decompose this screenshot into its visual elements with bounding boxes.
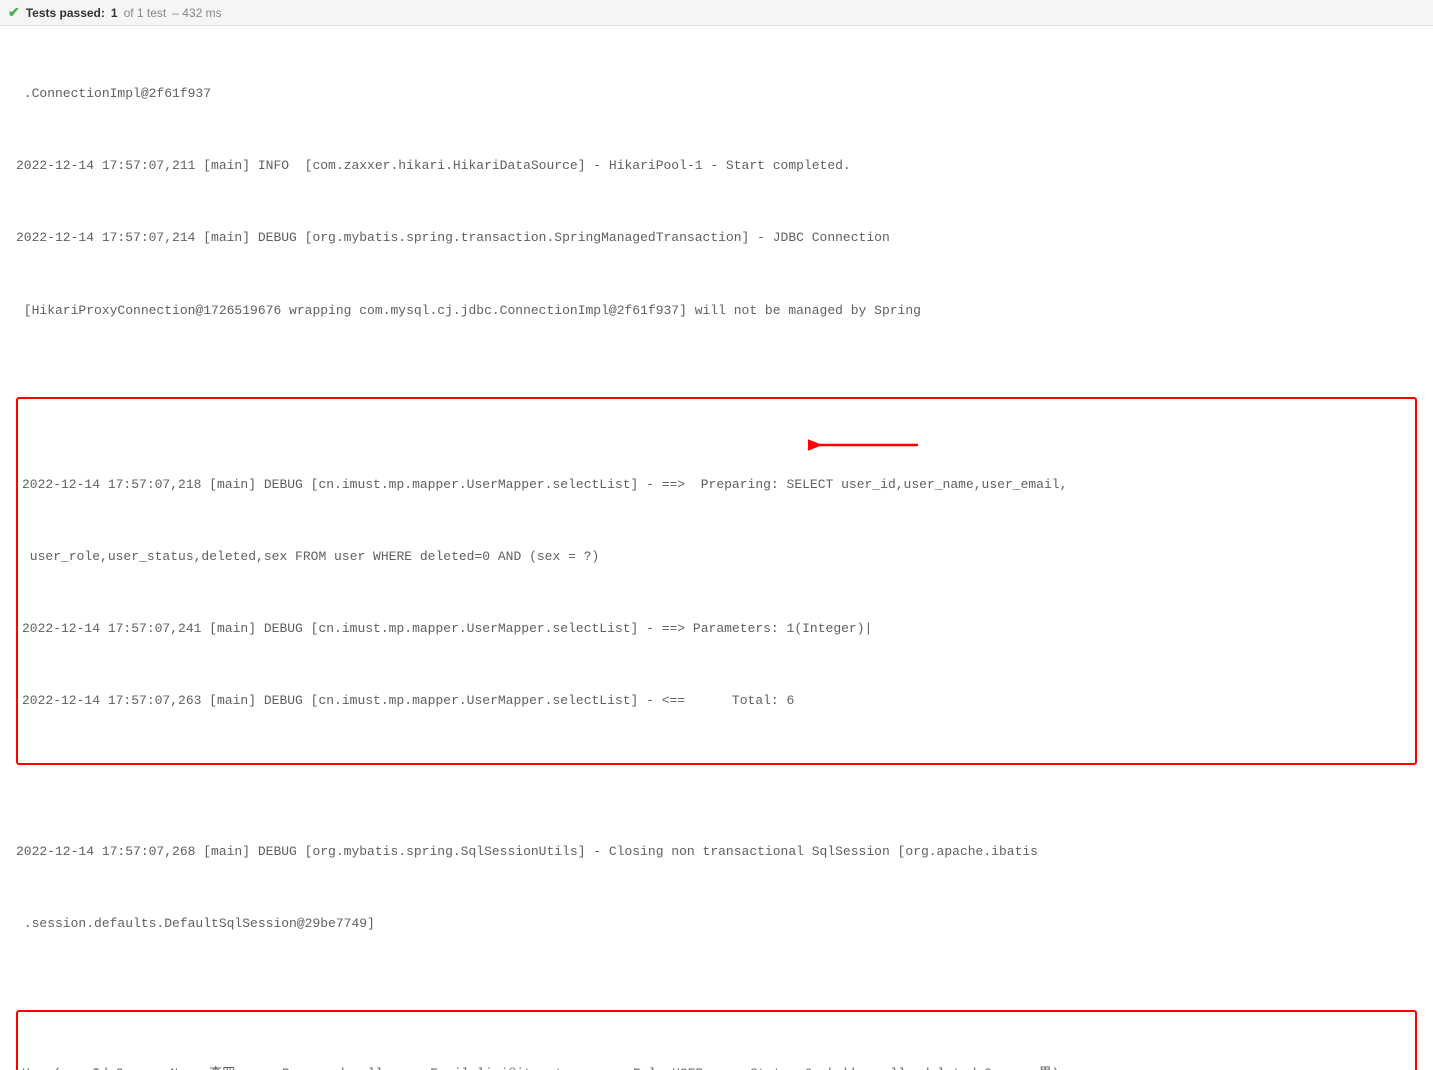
log-line: 2022-12-14 17:57:07,241 [main] DEBUG [cn… xyxy=(22,617,1411,641)
tests-passed-label: Tests passed: xyxy=(26,6,105,20)
log-line: .session.defaults.DefaultSqlSession@29be… xyxy=(16,912,1417,936)
log-line: [HikariProxyConnection@1726519676 wrappi… xyxy=(16,299,1417,323)
test-status-header: ✔ Tests passed: 1 of 1 test – 432 ms xyxy=(0,0,1433,26)
user-row: User(userId=3, userName=李四, userPassword… xyxy=(22,1062,1411,1070)
log-line: 2022-12-14 17:57:07,268 [main] DEBUG [or… xyxy=(16,840,1417,864)
log-line: 2022-12-14 17:57:07,218 [main] DEBUG [cn… xyxy=(22,473,1411,497)
console-output[interactable]: .ConnectionImpl@2f61f937 2022-12-14 17:5… xyxy=(0,26,1433,1070)
log-line: user_role,user_status,deleted,sex FROM u… xyxy=(22,545,1411,569)
log-line: 2022-12-14 17:57:07,214 [main] DEBUG [or… xyxy=(16,226,1417,250)
sql-highlight-box: 2022-12-14 17:57:07,218 [main] DEBUG [cn… xyxy=(16,397,1417,766)
log-line: .ConnectionImpl@2f61f937 xyxy=(16,82,1417,106)
log-line: 2022-12-14 17:57:07,211 [main] INFO [com… xyxy=(16,154,1417,178)
tests-passed-count: 1 xyxy=(111,6,118,20)
tests-duration: – 432 ms xyxy=(172,6,221,20)
checkmark-icon: ✔ xyxy=(8,4,20,21)
arrow-icon xyxy=(808,435,928,455)
tests-total-text: of 1 test xyxy=(124,6,167,20)
log-line: 2022-12-14 17:57:07,263 [main] DEBUG [cn… xyxy=(22,689,1411,713)
user-output-highlight-box: User(userId=3, userName=李四, userPassword… xyxy=(16,1010,1417,1070)
